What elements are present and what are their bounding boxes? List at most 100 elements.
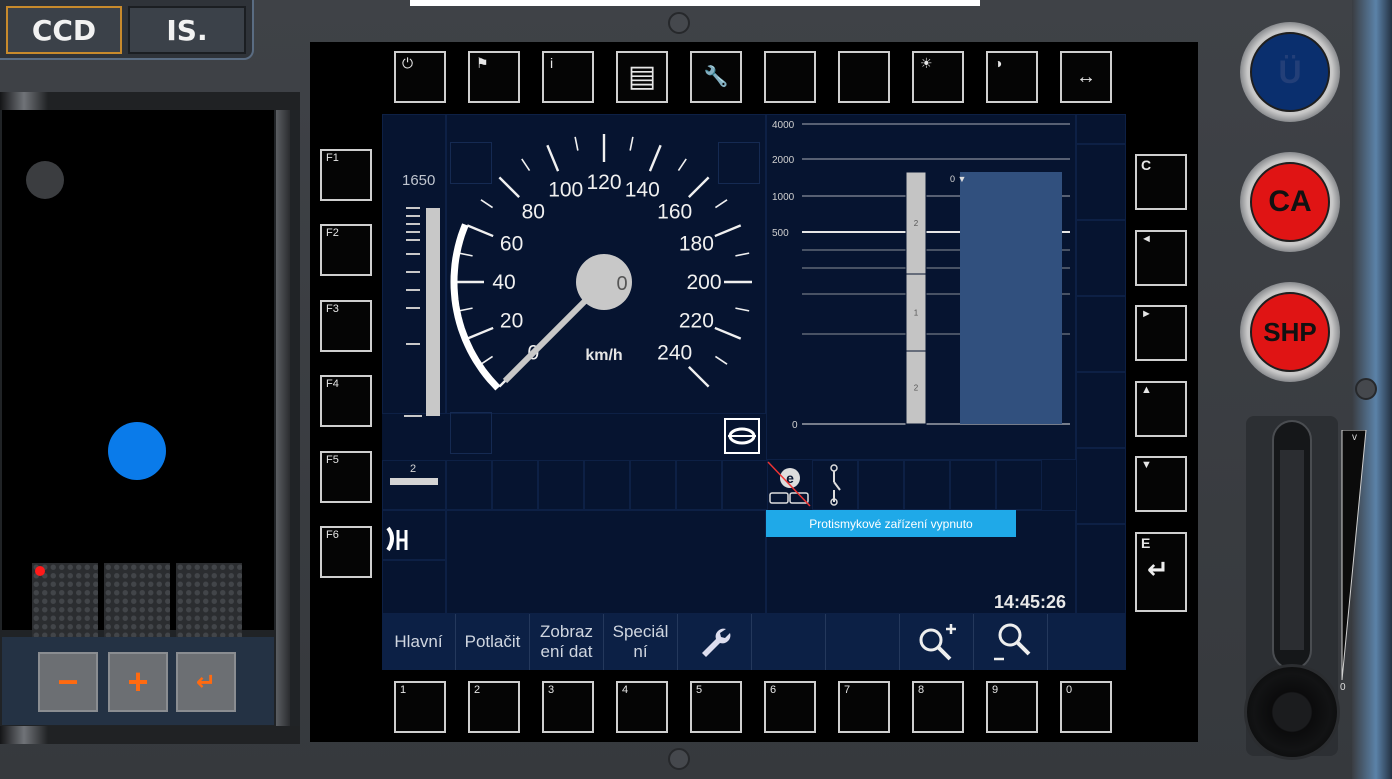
speed-tick — [480, 355, 494, 365]
enter-button[interactable]: ↵ — [176, 652, 236, 712]
ccd-tab[interactable]: CCD — [6, 6, 122, 54]
document-icon: ▤ — [627, 60, 657, 93]
gradient-segment-value: 2 — [914, 219, 919, 228]
speed-tick — [498, 176, 520, 198]
speed-tick — [735, 307, 750, 312]
minus-button[interactable]: − — [38, 652, 98, 712]
top-key-arrows-horizontal[interactable]: ↔ — [1060, 51, 1112, 103]
panel-rail — [276, 110, 290, 744]
speed-tick — [688, 176, 710, 198]
speed-label: 80 — [522, 200, 545, 223]
top-key-blank[interactable] — [838, 51, 890, 103]
distance-scale-label: 4000 — [772, 120, 795, 131]
is-tab[interactable]: IS. — [128, 6, 246, 54]
number-key-4[interactable]: 4 — [616, 681, 668, 733]
menu-blank[interactable] — [826, 614, 900, 670]
number-key-9[interactable]: 9 — [986, 681, 1038, 733]
function-key-f1[interactable]: F1 — [320, 149, 372, 201]
speed-unit: km/h — [585, 347, 622, 364]
antislip-disabled-icon: e — [767, 461, 811, 507]
function-key-f5[interactable]: F5 — [320, 450, 372, 503]
gradient-segment-value: 2 — [914, 384, 919, 393]
menu-zoom-in[interactable] — [900, 614, 974, 670]
screw — [668, 748, 690, 770]
right-key-1[interactable]: ◄ — [1135, 229, 1187, 286]
number-key-6[interactable]: 6 — [764, 681, 816, 733]
speed-label: 20 — [500, 309, 523, 332]
right-key-2[interactable]: ► — [1135, 305, 1187, 361]
plus-button[interactable]: + — [108, 652, 168, 712]
info-message: Protismykové zařízení vypnuto — [766, 510, 1016, 537]
distance-scale-label: 2000 — [772, 155, 795, 166]
speed-tick — [688, 366, 710, 388]
dmi-screen: 1650 2 020406080100120140160180200220240… — [382, 114, 1126, 670]
menu-blank[interactable] — [1048, 614, 1126, 670]
speed-tick — [714, 326, 742, 340]
top-key-document[interactable]: ▤ — [616, 51, 668, 103]
zoom-in-icon — [919, 624, 956, 661]
speed-tick — [714, 355, 728, 365]
speed-tick — [735, 252, 750, 257]
speed-label: 180 — [679, 233, 714, 256]
number-key-1[interactable]: 1 — [394, 681, 446, 733]
right-key-3[interactable]: ▲ — [1135, 380, 1187, 437]
planning-area: 4000 2000 1000 500 0 0 ▼ 2 1 2 — [772, 120, 1070, 431]
number-key-7[interactable]: 7 — [838, 681, 890, 733]
menu-override[interactable]: Potlačit — [456, 614, 530, 670]
speed-tick — [714, 199, 728, 209]
speed-label: 160 — [657, 200, 692, 223]
throttle-knob[interactable] — [1244, 664, 1340, 760]
menu-blank[interactable] — [752, 614, 826, 670]
right-key-4[interactable]: ▼ — [1135, 456, 1187, 512]
speed-tick — [466, 224, 494, 238]
flag-icon: ⚑ — [476, 55, 489, 71]
right-key-0[interactable]: C — [1135, 154, 1187, 210]
top-key-power[interactable]: ⏻ — [394, 51, 446, 103]
cab-desk: CCD IS. − + ↵ 1650 2 20 40 60 80 100 120… — [0, 0, 1392, 779]
speed-arc — [450, 223, 501, 391]
top-key-wrench[interactable]: 🔧 — [690, 51, 742, 103]
right-key-5[interactable]: E ↵ — [1135, 531, 1187, 612]
top-key-info[interactable]: i — [542, 51, 594, 103]
number-key-3[interactable]: 3 — [542, 681, 594, 733]
top-key-contrast[interactable]: ◑ — [986, 51, 1038, 103]
speed-tick — [714, 224, 742, 238]
top-key-flag[interactable]: ⚑ — [468, 51, 520, 103]
menu-bar: Hlavní Potlačit Zobraz ení dat Speciál n… — [382, 614, 1126, 670]
speed-label: 220 — [679, 309, 714, 332]
speed-label: 240 — [657, 342, 692, 365]
menu-zoom-out[interactable] — [974, 614, 1048, 670]
distance-scale-label: 0 — [792, 420, 798, 431]
throttle-max-label: v — [1352, 432, 1357, 443]
top-strip — [410, 0, 980, 6]
ca-button[interactable]: CA — [1240, 152, 1340, 252]
number-key-5[interactable]: 5 — [690, 681, 742, 733]
number-key-8[interactable]: 8 — [912, 681, 964, 733]
number-key-0[interactable]: 0 — [1060, 681, 1112, 733]
speed-tick — [466, 326, 494, 340]
top-key-blank[interactable] — [764, 51, 816, 103]
speed-label: 100 — [548, 179, 583, 202]
speed-tick — [480, 199, 494, 209]
speed-label: 120 — [586, 171, 621, 194]
menu-special[interactable]: Speciál ní — [604, 614, 678, 670]
function-key-f3[interactable]: F3 — [320, 299, 372, 352]
function-key-f4[interactable]: F4 — [320, 375, 372, 428]
throttle-lever[interactable] — [1244, 416, 1340, 760]
vigilance-button[interactable]: Ü — [1240, 22, 1340, 122]
function-key-f2[interactable]: F2 — [320, 224, 372, 277]
speed-label: 40 — [492, 271, 515, 294]
top-key-brightness[interactable]: ☀ — [912, 51, 964, 103]
number-key-2[interactable]: 2 — [468, 681, 520, 733]
function-key-f6[interactable]: F6 — [320, 526, 372, 578]
brightness-icon: ☀ — [920, 55, 933, 71]
menu-settings[interactable] — [678, 614, 752, 670]
speed-label: 60 — [500, 233, 523, 256]
speed-label: 200 — [686, 271, 721, 294]
enter-arrow-icon: ↵ — [1147, 553, 1169, 584]
menu-data-view[interactable]: Zobraz ení dat — [530, 614, 604, 670]
speed-tick — [521, 158, 531, 172]
shp-button[interactable]: SHP — [1240, 282, 1340, 382]
menu-main[interactable]: Hlavní — [382, 614, 456, 670]
contrast-icon: ◑ — [994, 55, 1003, 71]
